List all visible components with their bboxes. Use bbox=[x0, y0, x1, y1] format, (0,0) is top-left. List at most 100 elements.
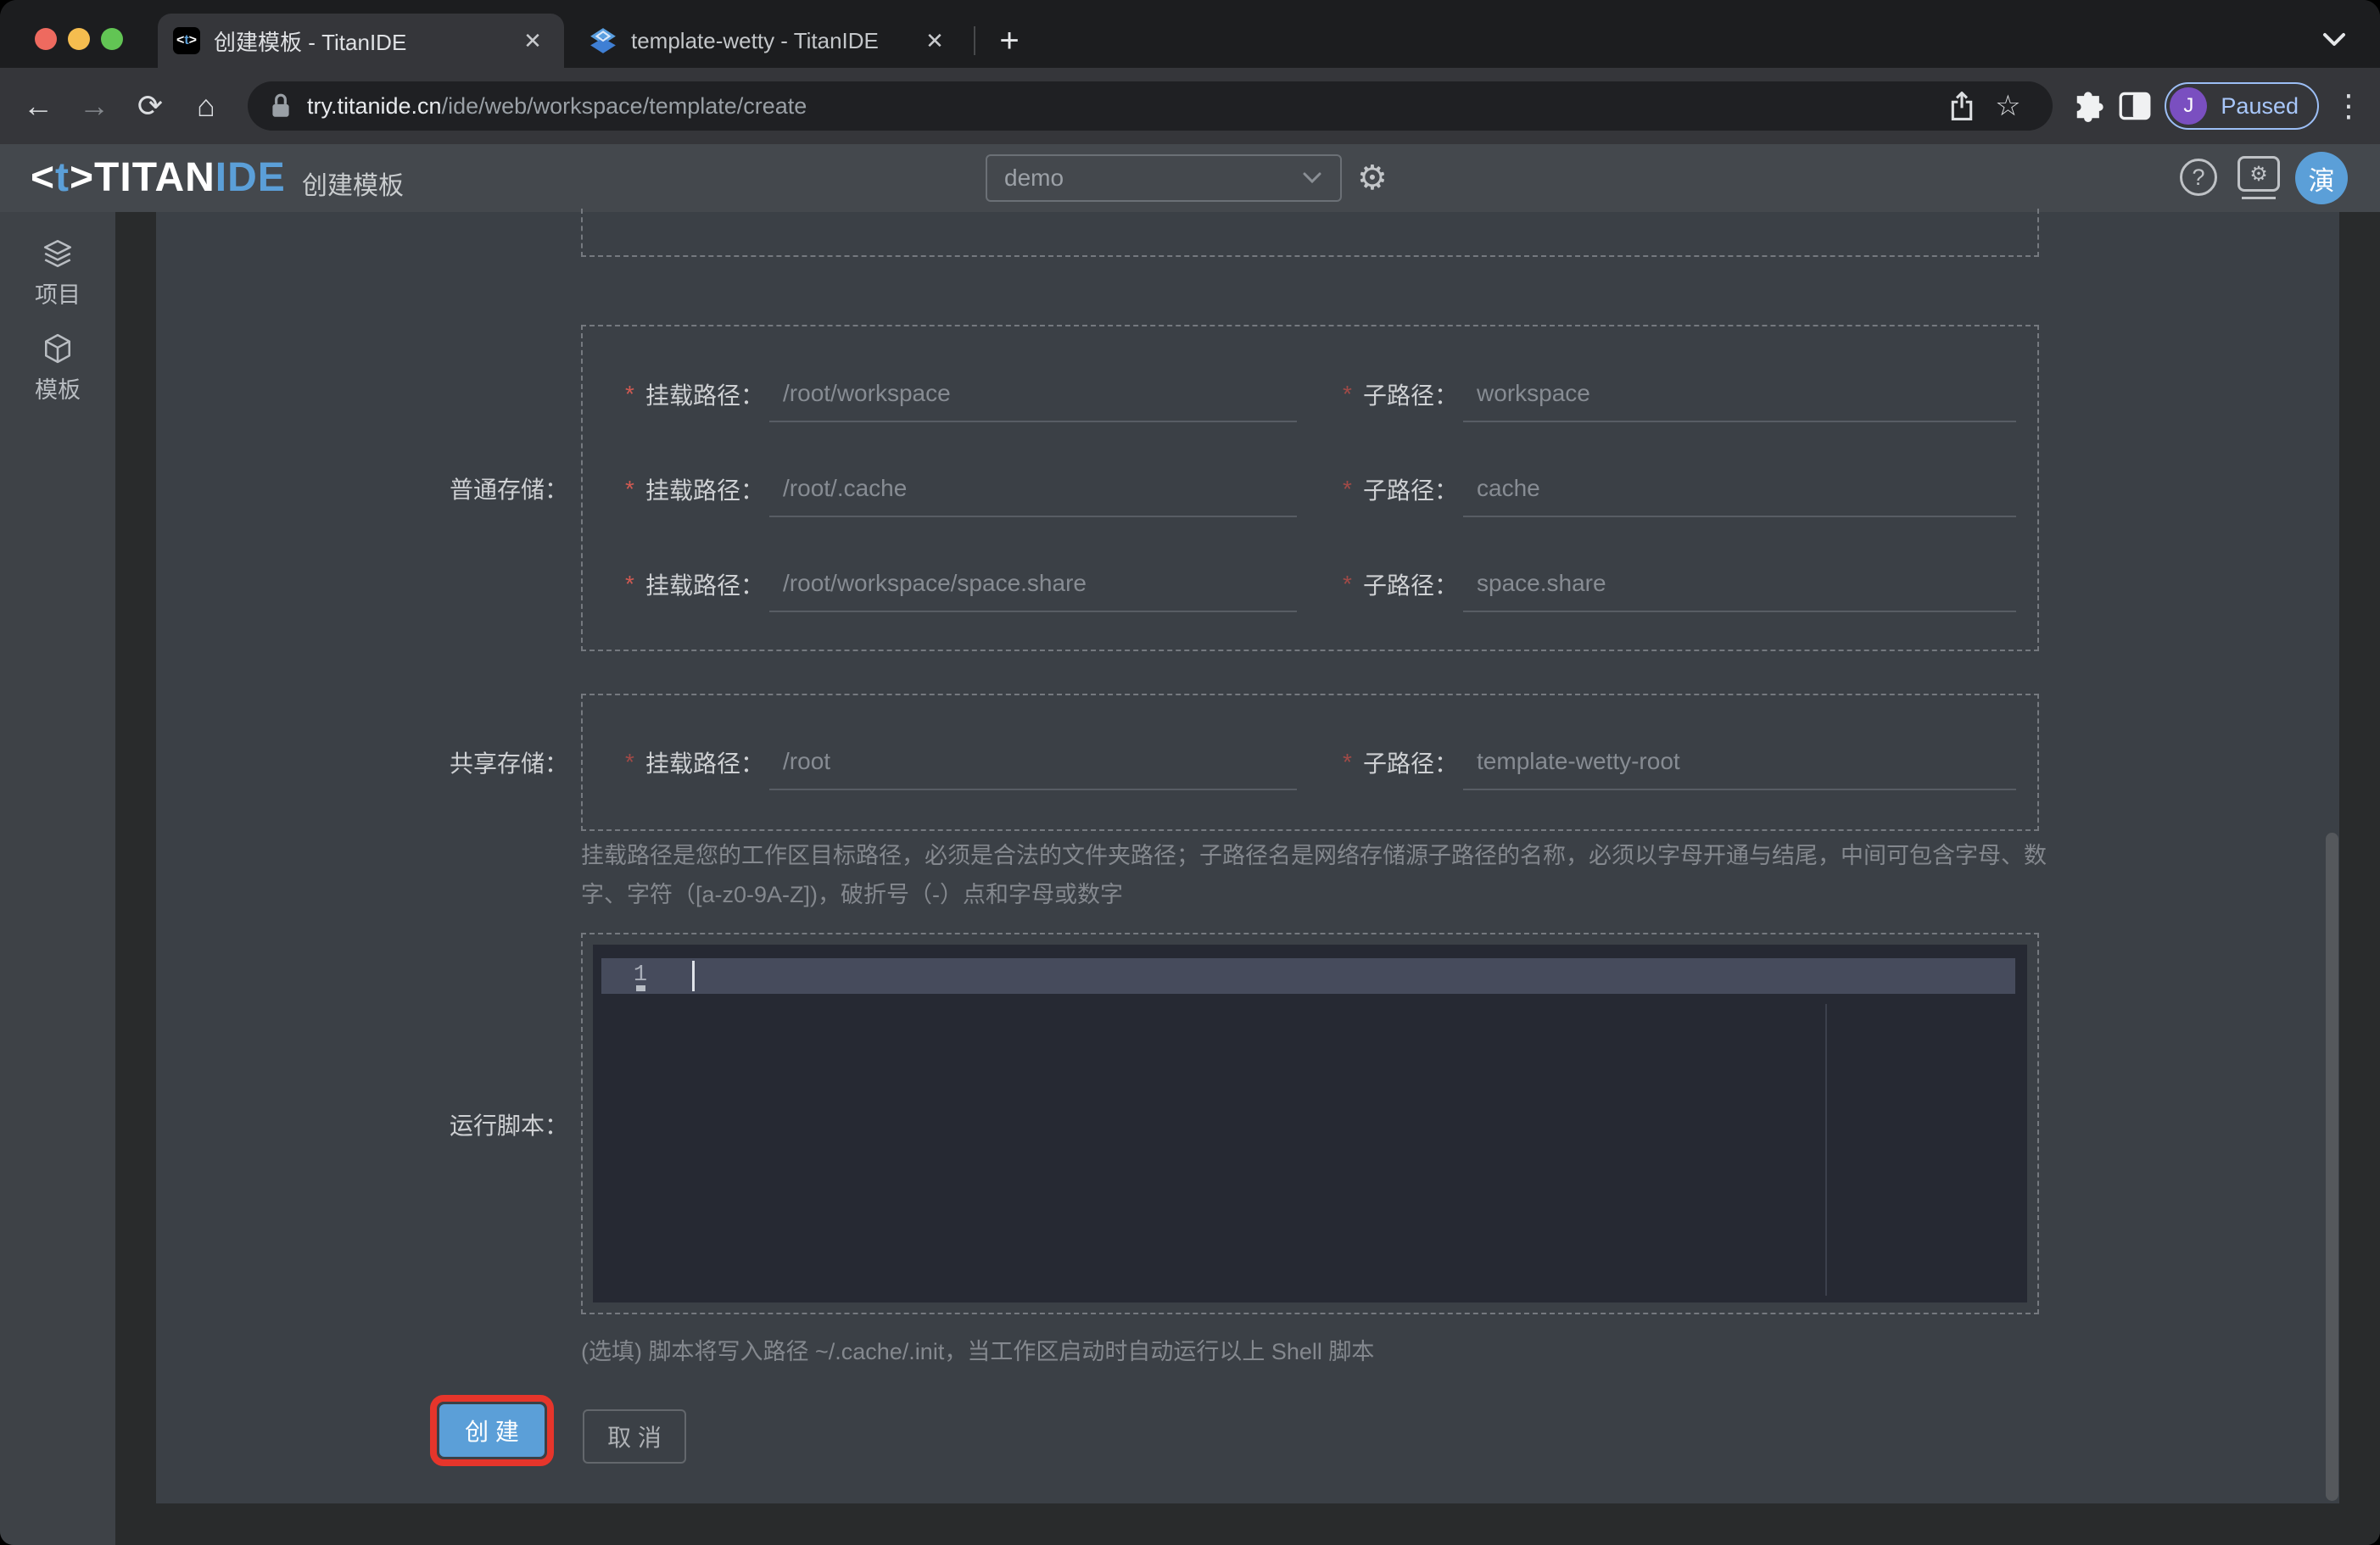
tab-create-template[interactable]: < t > 创建模板 - TitanIDE ✕ bbox=[158, 14, 564, 68]
editor-cursor bbox=[692, 961, 695, 991]
app-sidebar: 项目 模板 bbox=[0, 212, 115, 1545]
required-mark: * bbox=[625, 476, 634, 502]
mount-path-input[interactable]: /root/workspace/space.share bbox=[769, 556, 1298, 612]
cancel-button[interactable]: 取 消 bbox=[583, 1409, 686, 1464]
workspace-select-value: demo bbox=[1004, 165, 1064, 191]
console-settings-icon-base bbox=[2242, 197, 2276, 199]
editor-ruler-line bbox=[1825, 1004, 1827, 1296]
editor-line-number: 1 bbox=[633, 962, 648, 988]
lock-icon bbox=[270, 92, 292, 120]
browser-menu-icon[interactable]: ⋮ bbox=[2329, 88, 2368, 124]
required-mark: * bbox=[1343, 381, 1352, 407]
forward-button[interactable]: → bbox=[70, 81, 119, 131]
page-body: 项目 模板 普通存储： * 挂载路径： /root/workspace * 子路… bbox=[0, 209, 2380, 1545]
tab-close-icon[interactable]: ✕ bbox=[517, 25, 549, 57]
sub-path-input[interactable]: template-wetty-root bbox=[1463, 734, 2017, 790]
sidebar-item-label: 模板 bbox=[35, 377, 81, 403]
run-script-group: 1 bbox=[581, 933, 2039, 1314]
chevron-down-icon bbox=[1301, 170, 1323, 186]
required-mark: * bbox=[1343, 476, 1352, 502]
extensions-puzzle-icon[interactable] bbox=[2066, 83, 2112, 129]
workspace-select[interactable]: demo bbox=[986, 154, 1342, 202]
help-icon[interactable]: ? bbox=[2180, 159, 2217, 196]
url-text: try.titanide.cn/ide/web/workspace/templa… bbox=[307, 92, 807, 119]
mount-path-input[interactable]: /root bbox=[769, 734, 1298, 790]
mount-path-input[interactable]: /root/.cache bbox=[769, 461, 1298, 517]
path-hint-text: 挂载路径是您的工作区目标路径，必须是合法的文件夹路径；子路径名是网络存储源子路径… bbox=[581, 843, 2047, 907]
browser-profile-button[interactable]: J Paused bbox=[2165, 82, 2319, 130]
tab-title: 创建模板 - TitanIDE bbox=[214, 29, 407, 55]
browser-toolbar: ← → ⟳ ⌂ try.titanide.cn/ide/web/workspac… bbox=[0, 68, 2380, 144]
reload-button[interactable]: ⟳ bbox=[126, 81, 175, 131]
bookmark-star-icon[interactable]: ☆ bbox=[1985, 83, 2031, 129]
tab-title: template-wetty - TitanIDE bbox=[631, 27, 879, 53]
action-highlight-box: 创 建 bbox=[430, 1395, 554, 1466]
normal-storage-label: 普通存储： bbox=[449, 477, 568, 503]
new-tab-button[interactable]: + bbox=[989, 20, 1030, 61]
home-button[interactable]: ⌂ bbox=[182, 81, 231, 131]
script-editor[interactable]: 1 bbox=[593, 945, 2027, 1302]
wetty-favicon bbox=[589, 26, 617, 55]
storage-row: * 挂载路径： /root * 子路径： template-wetty-root bbox=[583, 734, 2037, 790]
required-mark: * bbox=[1343, 749, 1352, 775]
storage-row: * 挂载路径： /root/workspace/space.share * 子路… bbox=[583, 537, 2037, 632]
sub-path-input[interactable]: space.share bbox=[1463, 556, 2017, 612]
previous-section-edge bbox=[581, 209, 2039, 257]
macos-minimize-button[interactable] bbox=[68, 28, 90, 50]
sub-path-value: space.share bbox=[1477, 570, 1606, 596]
side-panel-icon[interactable] bbox=[2112, 83, 2158, 129]
console-settings-icon[interactable]: ⚙ bbox=[2238, 156, 2280, 192]
mount-path-label: 挂载路径： bbox=[645, 477, 765, 504]
required-mark: * bbox=[1343, 571, 1352, 597]
titanide-logo: < t > TITAN IDE bbox=[31, 155, 286, 200]
sidebar-item-templates[interactable]: 模板 bbox=[0, 332, 115, 404]
page-scrollbar-thumb[interactable] bbox=[2326, 833, 2338, 1501]
app-header: < t > TITAN IDE 创建模板 demo ⚙ ? ⚙ 演 bbox=[0, 144, 2380, 212]
tab-search-chevron-icon[interactable] bbox=[2317, 27, 2351, 53]
tab-template-wetty[interactable]: template-wetty - TitanIDE ✕ bbox=[577, 14, 963, 68]
macos-zoom-button[interactable] bbox=[101, 28, 123, 50]
storage-row: * 挂载路径： /root/workspace * 子路径： workspace bbox=[583, 347, 2037, 442]
macos-close-button[interactable] bbox=[35, 28, 57, 50]
share-icon[interactable] bbox=[1939, 83, 1985, 129]
sub-path-input[interactable]: cache bbox=[1463, 461, 2017, 517]
sub-path-value: workspace bbox=[1477, 380, 1590, 406]
editor-gutter-caret bbox=[636, 985, 645, 991]
cube-icon bbox=[42, 332, 74, 365]
required-mark: * bbox=[625, 749, 634, 775]
editor-active-line: 1 bbox=[601, 958, 2015, 994]
titanide-favicon: < t > bbox=[173, 27, 200, 54]
sub-path-label: 子路径： bbox=[1363, 750, 1459, 777]
tab-divider bbox=[974, 26, 975, 55]
sub-path-input[interactable]: workspace bbox=[1463, 366, 2017, 422]
workspace-settings-gear-icon[interactable]: ⚙ bbox=[1357, 156, 1388, 200]
mount-path-value: /root/.cache bbox=[783, 475, 908, 501]
mount-path-label: 挂载路径： bbox=[645, 750, 765, 777]
layers-icon bbox=[42, 237, 74, 270]
address-bar[interactable]: try.titanide.cn/ide/web/workspace/templa… bbox=[248, 81, 2053, 131]
create-template-form: 普通存储： * 挂载路径： /root/workspace * 子路径： wor… bbox=[156, 209, 2339, 1503]
mount-path-input[interactable]: /root/workspace bbox=[769, 366, 1298, 422]
back-button[interactable]: ← bbox=[14, 81, 63, 131]
mount-path-label: 挂载路径： bbox=[645, 572, 765, 599]
run-script-label: 运行脚本： bbox=[449, 1113, 568, 1139]
mount-path-value: /root/workspace bbox=[783, 380, 951, 406]
mount-path-value: /root/workspace/space.share bbox=[783, 570, 1087, 596]
normal-storage-group: * 挂载路径： /root/workspace * 子路径： workspace… bbox=[581, 325, 2039, 651]
shared-storage-group: * 挂载路径： /root * 子路径： template-wetty-root bbox=[581, 694, 2039, 831]
sidebar-item-label: 项目 bbox=[35, 282, 81, 308]
browser-window: < t > 创建模板 - TitanIDE ✕ template-wetty - T… bbox=[0, 0, 2380, 1545]
sidebar-item-projects[interactable]: 项目 bbox=[0, 237, 115, 310]
sub-path-value: template-wetty-root bbox=[1477, 748, 1680, 774]
mount-path-value: /root bbox=[783, 748, 831, 774]
page-title: 创建模板 bbox=[302, 172, 404, 200]
user-avatar[interactable]: 演 bbox=[2295, 152, 2348, 204]
required-mark: * bbox=[625, 381, 634, 407]
script-note-text: (选填) 脚本将写入路径 ~/.cache/.init，当工作区启动时自动运行以… bbox=[581, 1339, 1375, 1364]
tab-strip: < t > 创建模板 - TitanIDE ✕ template-wetty - T… bbox=[0, 0, 2380, 68]
tab-close-icon[interactable]: ✕ bbox=[919, 25, 951, 57]
sub-path-value: cache bbox=[1477, 475, 1540, 501]
profile-status-label: Paused bbox=[2221, 92, 2299, 119]
create-button[interactable]: 创 建 bbox=[439, 1404, 545, 1457]
sub-path-label: 子路径： bbox=[1363, 382, 1459, 409]
